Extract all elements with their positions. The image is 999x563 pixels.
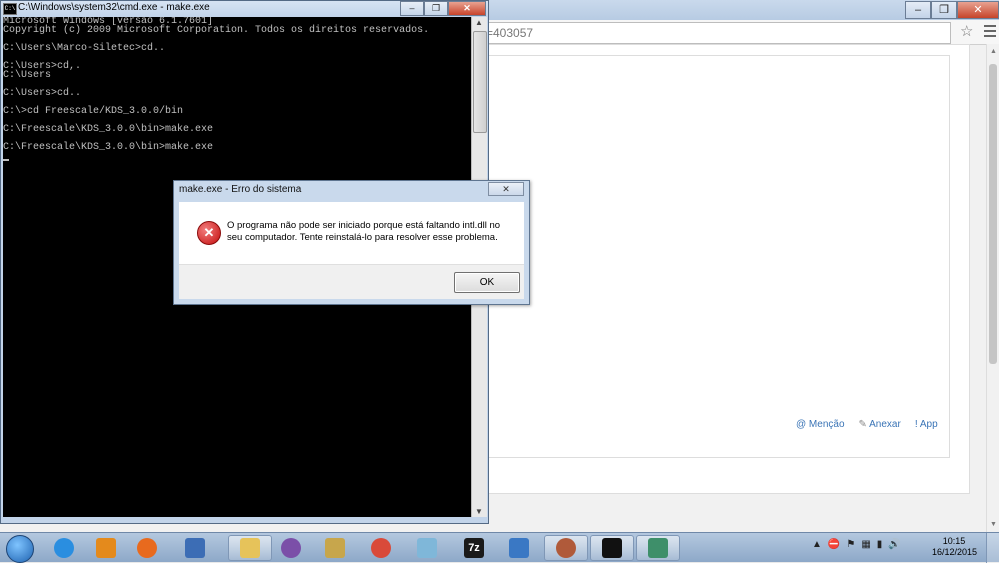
thunderbird-icon — [185, 538, 205, 558]
network-icon[interactable]: ▦ — [861, 539, 870, 550]
taskbar-media-player-button[interactable] — [87, 535, 125, 561]
app-stack-icon — [325, 538, 345, 558]
scroll-down-icon[interactable]: ▼ — [990, 521, 997, 528]
browser-toolbar: =403057 ☆ — [470, 20, 999, 45]
post-card-header — [480, 55, 950, 102]
app-button[interactable]: ! App — [915, 419, 938, 430]
browser-scrollbar[interactable]: ▲ ▼ — [986, 44, 999, 532]
dialog-message-panel: ✕ O programa não pode ser iniciado porqu… — [179, 202, 524, 264]
dialog-close-icon[interactable]: ✕ — [488, 182, 524, 196]
taskbar-installer-button[interactable] — [500, 535, 538, 561]
cmd-window-controls: ‒ ❐ ✕ — [400, 1, 486, 16]
file-explorer-icon — [240, 538, 260, 558]
mention-button[interactable]: @ Menção — [796, 419, 845, 430]
maximize-icon[interactable]: ❐ — [931, 1, 957, 19]
paperclip-icon: ✎ — [858, 419, 867, 430]
7zip-icon: 7z — [464, 538, 484, 558]
bookmark-star-icon[interactable]: ☆ — [960, 22, 973, 40]
taskbar-7zip-button[interactable]: 7z — [455, 535, 493, 561]
address-bar-url[interactable]: =403057 — [486, 26, 533, 40]
taskbar: 7z ▲ ⛔ ⚑ ▦ ▮ 🔊 10:15 16/12/2015 — [0, 532, 999, 563]
console-line: Copyright (c) 2009 Microsoft Corporation… — [3, 25, 430, 36]
stop-icon[interactable]: ⛔ — [828, 539, 840, 550]
minimize-icon[interactable]: ‒ — [400, 1, 424, 16]
network-signal-icon[interactable]: ▮ — [877, 539, 883, 550]
cmd-scrollbar-thumb[interactable] — [473, 31, 487, 133]
system-tray: ▲ ⛔ ⚑ ▦ ▮ 🔊 — [812, 539, 901, 550]
taskbar-app-stack-button[interactable] — [316, 535, 354, 561]
composer-actions: @ Menção ✎ Anexar ! App — [796, 419, 938, 430]
taskbar-chrome-button[interactable] — [362, 535, 400, 561]
scroll-up-icon[interactable]: ▲ — [990, 48, 997, 55]
start-button[interactable] — [6, 535, 34, 563]
taskbar-cube-app-button[interactable] — [408, 535, 446, 561]
globe-app-icon — [556, 538, 576, 558]
maximize-icon[interactable]: ❐ — [424, 1, 448, 16]
console-line: C:\Users>cd.. — [3, 88, 82, 99]
post-editor-area[interactable] — [480, 100, 950, 458]
clock[interactable]: 10:15 16/12/2015 — [932, 536, 978, 558]
volume-icon[interactable]: 🔊 — [888, 539, 900, 550]
taskbar-globe-app-button[interactable] — [544, 535, 588, 561]
cube-app-icon — [417, 538, 437, 558]
taskbar-internet-explorer-button[interactable] — [45, 535, 83, 561]
console-line: C:\Freescale\KDS_3.0.0\bin>make.exe — [3, 142, 214, 153]
error-dialog: make.exe - Erro do sistema ✕ ✕ O program… — [173, 180, 530, 305]
tray-expand-icon[interactable]: ▲ — [812, 539, 822, 550]
viber-icon — [281, 538, 301, 558]
console-line: C:\Freescale\KDS_3.0.0\bin>make.exe — [3, 124, 214, 135]
chrome-icon — [371, 538, 391, 558]
dialog-message: O programa não pode ser iniciado porque … — [227, 220, 501, 243]
installer-icon — [509, 538, 529, 558]
window-app-icon — [648, 538, 668, 558]
taskbar-window-app-button[interactable] — [636, 535, 680, 561]
firefox-icon — [137, 538, 157, 558]
console-line: C:\Users — [3, 70, 52, 81]
browser-menu-icon[interactable] — [984, 25, 996, 40]
ok-button[interactable]: OK — [454, 272, 520, 293]
cmd-window-title: C:\Windows\system32\cmd.exe - make.exe — [18, 2, 210, 13]
taskbar-viber-button[interactable] — [272, 535, 310, 561]
taskbar-thunderbird-button[interactable] — [176, 535, 214, 561]
dialog-title: make.exe - Erro do sistema — [179, 184, 302, 195]
attach-label: Anexar — [869, 419, 901, 430]
minimize-icon[interactable]: ‒ — [905, 1, 931, 19]
close-icon[interactable]: ✕ — [448, 1, 486, 16]
console-line: C:\Users\Marco-Siletec>cd.. — [3, 43, 166, 54]
show-desktop-button[interactable] — [986, 533, 999, 563]
taskbar-firefox-button[interactable] — [128, 535, 166, 561]
scroll-up-icon[interactable]: ▲ — [475, 18, 483, 27]
address-bar[interactable]: =403057 — [470, 22, 951, 44]
cmd-icon — [602, 538, 622, 558]
taskbar-file-explorer-button[interactable] — [228, 535, 272, 561]
clock-date: 16/12/2015 — [932, 547, 978, 557]
clock-time: 10:15 — [942, 536, 966, 546]
console-cursor — [3, 152, 471, 161]
error-icon: ✕ — [197, 221, 221, 245]
taskbar-cmd-button[interactable] — [590, 535, 634, 561]
scroll-down-icon[interactable]: ▼ — [475, 507, 483, 516]
attach-button[interactable]: ✎ Anexar — [859, 419, 901, 430]
cmd-title-bar[interactable]: C:\ C:\Windows\system32\cmd.exe - make.e… — [1, 1, 488, 17]
internet-explorer-icon — [54, 538, 74, 558]
close-icon[interactable]: ✕ — [957, 1, 999, 19]
browser-scrollbar-thumb[interactable] — [989, 64, 997, 364]
flag-icon[interactable]: ⚑ — [846, 539, 855, 550]
console-line: C:\>cd Freescale/KDS_3.0.0/bin — [3, 106, 184, 117]
cmd-icon: C:\ — [3, 3, 17, 15]
dialog-footer: OK — [179, 264, 524, 299]
browser-window-controls: ‒ ❐ ✕ — [905, 0, 999, 20]
media-player-icon — [96, 538, 116, 558]
console-line: C:\Users>cd,. — [3, 61, 82, 72]
